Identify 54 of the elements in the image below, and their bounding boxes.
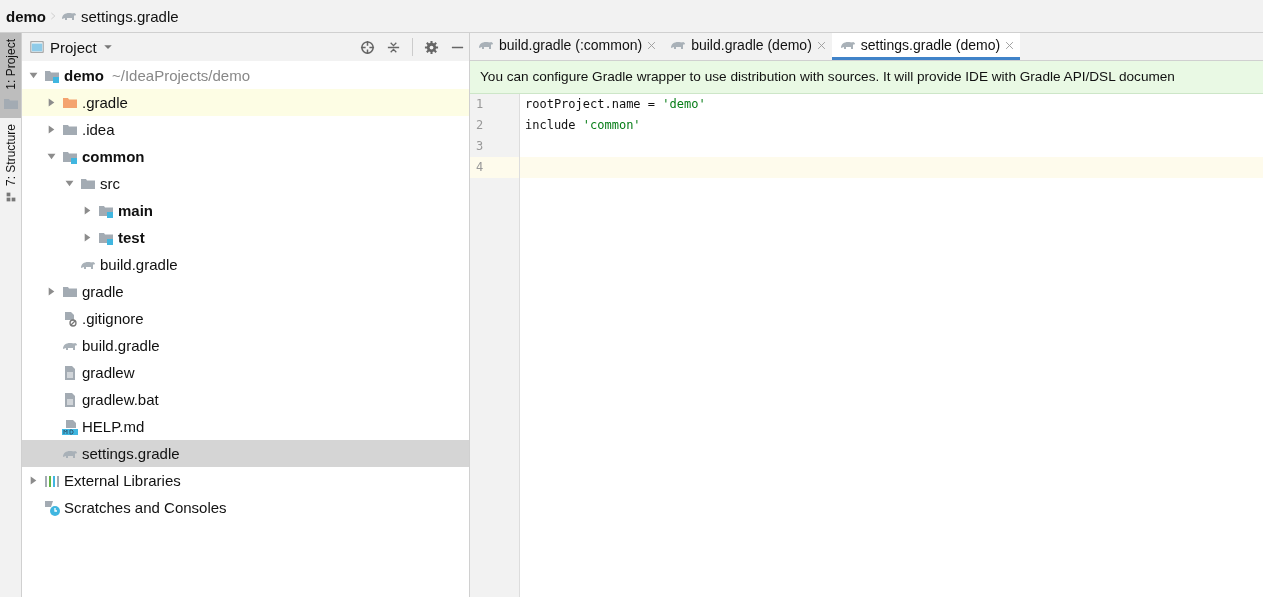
- text-file-icon: [62, 391, 78, 408]
- tree-item[interactable]: build.gradle: [22, 332, 469, 359]
- tree-item[interactable]: gradle: [22, 278, 469, 305]
- editor-tab[interactable]: build.gradle (demo): [662, 33, 832, 60]
- close-icon[interactable]: [647, 40, 657, 50]
- settings-icon[interactable]: [424, 39, 439, 55]
- line-number: 3: [475, 138, 485, 155]
- tree-item[interactable]: .idea: [22, 116, 469, 143]
- collapsed-arrow-icon[interactable]: [28, 476, 38, 485]
- line-number: 1: [475, 96, 485, 113]
- editor-tab[interactable]: build.gradle (:common): [470, 33, 663, 60]
- tree-item[interactable]: settings.gradle: [22, 440, 469, 467]
- tree-item[interactable]: src: [22, 170, 469, 197]
- close-icon[interactable]: [1005, 40, 1015, 50]
- line-number: 2: [475, 117, 485, 134]
- window-icon: [30, 40, 44, 54]
- text-file-icon: [62, 364, 78, 381]
- line-number: 4: [470, 157, 519, 178]
- expanded-arrow-icon[interactable]: [28, 71, 38, 80]
- tree-item[interactable]: main: [22, 197, 469, 224]
- view-selector[interactable]: Project: [30, 38, 113, 56]
- tree-item[interactable]: common: [22, 143, 469, 170]
- collapsed-arrow-icon[interactable]: [46, 98, 56, 107]
- markdown-file-icon: [62, 418, 78, 435]
- tree-item[interactable]: gradlew: [22, 359, 469, 386]
- tree-item[interactable]: gradlew.bat: [22, 386, 469, 413]
- structure-icon: [5, 191, 16, 202]
- tree-item[interactable]: test: [22, 224, 469, 251]
- tree-item[interactable]: HELP.md: [22, 413, 469, 440]
- target-icon[interactable]: [360, 39, 375, 55]
- collapsed-arrow-icon[interactable]: [82, 206, 92, 215]
- collapsed-arrow-icon[interactable]: [46, 287, 56, 296]
- notification-banner: You can configure Gradle wrapper to use distribution with sources. It will provide IDE with Gradle API/DSL documen: [470, 61, 1263, 94]
- editor-tab[interactable]: settings.gradle (demo): [831, 33, 1021, 60]
- collapsed-arrow-icon[interactable]: [82, 233, 92, 242]
- tree-item[interactable]: Scratches and Consoles: [22, 494, 469, 521]
- close-icon[interactable]: [816, 40, 826, 50]
- code-line: rootProject.name = 'demo': [525, 97, 706, 111]
- code-line: include 'common': [525, 118, 641, 132]
- path-text: ~/IdeaProjects/demo: [112, 67, 250, 84]
- tree-item[interactable]: External Libraries: [22, 467, 469, 494]
- side-tab[interactable]: 7: Structure: [0, 117, 21, 208]
- ignored-file-icon: [62, 310, 78, 327]
- collapsed-arrow-icon[interactable]: [46, 125, 56, 134]
- side-tab[interactable]: 1: Project: [0, 33, 21, 118]
- expanded-arrow-icon[interactable]: [46, 152, 56, 161]
- tree-item[interactable]: demo ~/IdeaProjects/demo: [22, 62, 469, 89]
- tree-item[interactable]: .gradle: [22, 89, 469, 116]
- breadcrumb-item[interactable]: demo: [6, 7, 46, 25]
- scratches-icon: [44, 499, 60, 516]
- breadcrumb-item[interactable]: settings.gradle: [81, 7, 179, 25]
- expanded-arrow-icon[interactable]: [64, 179, 74, 188]
- tree-item[interactable]: .gitignore: [22, 305, 469, 332]
- tree-item[interactable]: build.gradle: [22, 251, 469, 278]
